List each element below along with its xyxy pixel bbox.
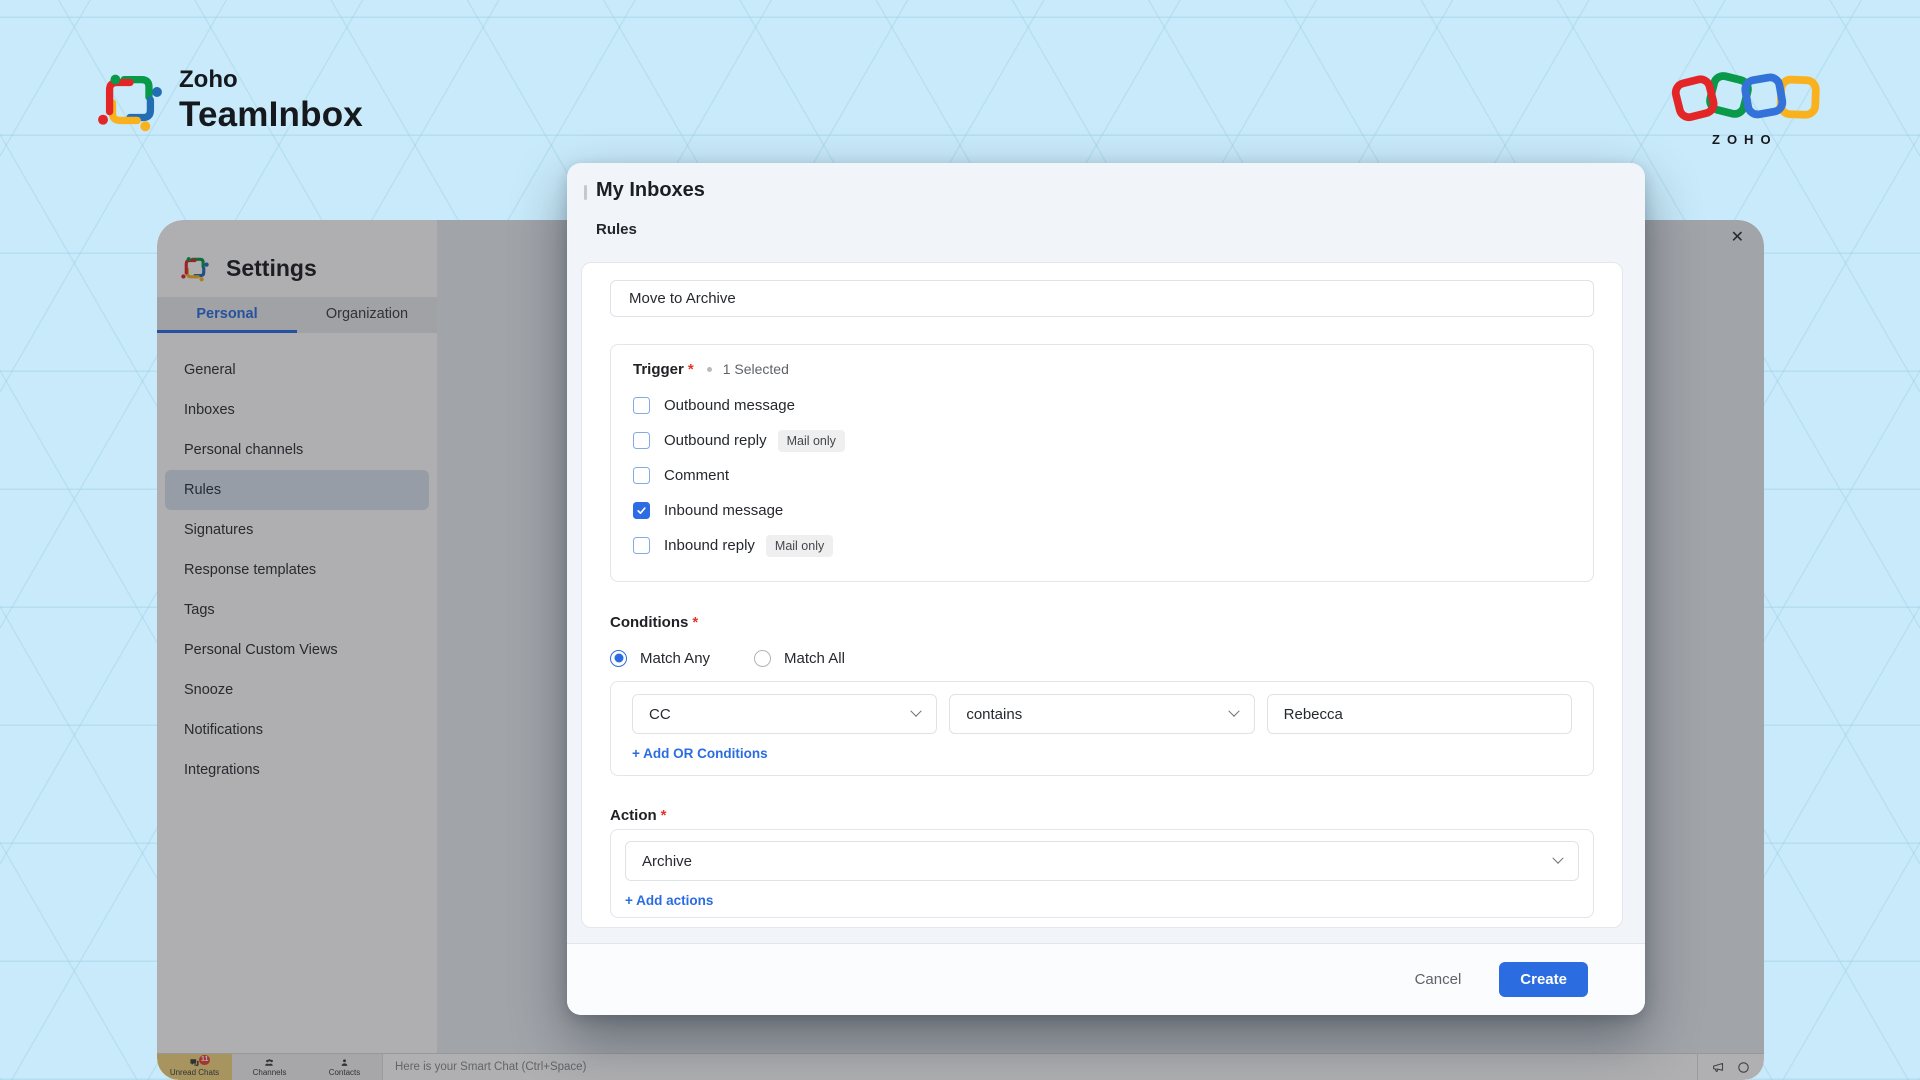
page: Zoho TeamInbox ZOHO: [0, 0, 1920, 1080]
required-asterisk: *: [661, 807, 667, 824]
checkbox-checked-icon[interactable]: [633, 502, 650, 519]
trigger-option-inbound-message: Inbound message: [633, 493, 1571, 528]
brand-zoho-text: Zoho: [179, 66, 363, 94]
action-label: Action: [610, 807, 657, 824]
add-actions-link[interactable]: + Add actions: [625, 893, 713, 908]
trigger-option-outbound-message: Outbound message: [633, 388, 1571, 423]
condition-value-input[interactable]: [1267, 694, 1572, 734]
match-all-option[interactable]: Match All: [754, 650, 845, 667]
rule-form-card: Trigger * 1 Selected Outbound message Ou…: [581, 262, 1623, 928]
condition-operator-select[interactable]: contains: [949, 694, 1254, 734]
cancel-button[interactable]: Cancel: [1415, 971, 1462, 988]
match-any-option[interactable]: Match Any: [610, 650, 710, 667]
zoho-logo: ZOHO: [1668, 68, 1832, 147]
conditions-section: CC contains + Add OR Conditions: [610, 681, 1594, 776]
modal-tick-decoration: [584, 185, 587, 200]
trigger-label: Trigger: [633, 361, 684, 378]
chevron-down-icon: [1552, 853, 1563, 864]
condition-field-select[interactable]: CC: [632, 694, 937, 734]
required-asterisk: *: [688, 361, 694, 378]
dot-separator: [707, 367, 712, 372]
chevron-down-icon: [1228, 706, 1239, 717]
action-select[interactable]: Archive: [625, 841, 1579, 881]
modal-subtitle: Rules: [596, 221, 637, 238]
zoho-wordmark: ZOHO: [1668, 132, 1832, 147]
action-section: Archive + Add actions: [610, 829, 1594, 918]
teaminbox-pinwheel-icon: [95, 58, 165, 142]
rule-name-input[interactable]: [610, 280, 1594, 317]
checkbox-unchecked-icon[interactable]: [633, 537, 650, 554]
trigger-selected-count: 1 Selected: [723, 361, 789, 377]
checkbox-unchecked-icon[interactable]: [633, 467, 650, 484]
mail-only-badge: Mail only: [766, 535, 833, 557]
conditions-label: Conditions: [610, 614, 688, 631]
mail-only-badge: Mail only: [778, 430, 845, 452]
radio-selected-icon[interactable]: [610, 650, 627, 667]
checkbox-unchecked-icon[interactable]: [633, 397, 650, 414]
teaminbox-logo: Zoho TeamInbox: [95, 58, 363, 142]
modal-title: My Inboxes: [596, 179, 705, 202]
brand-product-text: TeamInbox: [179, 95, 363, 135]
rule-modal: My Inboxes Rules Trigger * 1 Selected Ou…: [567, 163, 1645, 1015]
chevron-down-icon: [911, 706, 922, 717]
trigger-option-comment: Comment: [633, 458, 1571, 493]
zoho-rings-icon: [1668, 68, 1832, 130]
trigger-section: Trigger * 1 Selected Outbound message Ou…: [610, 344, 1594, 582]
trigger-option-inbound-reply: Inbound reply Mail only: [633, 528, 1571, 563]
required-asterisk: *: [692, 614, 698, 631]
modal-footer: Cancel Create: [567, 943, 1645, 1015]
add-or-conditions-link[interactable]: + Add OR Conditions: [632, 746, 768, 761]
checkbox-unchecked-icon[interactable]: [633, 432, 650, 449]
create-button[interactable]: Create: [1499, 962, 1588, 997]
trigger-option-outbound-reply: Outbound reply Mail only: [633, 423, 1571, 458]
radio-unselected-icon[interactable]: [754, 650, 771, 667]
